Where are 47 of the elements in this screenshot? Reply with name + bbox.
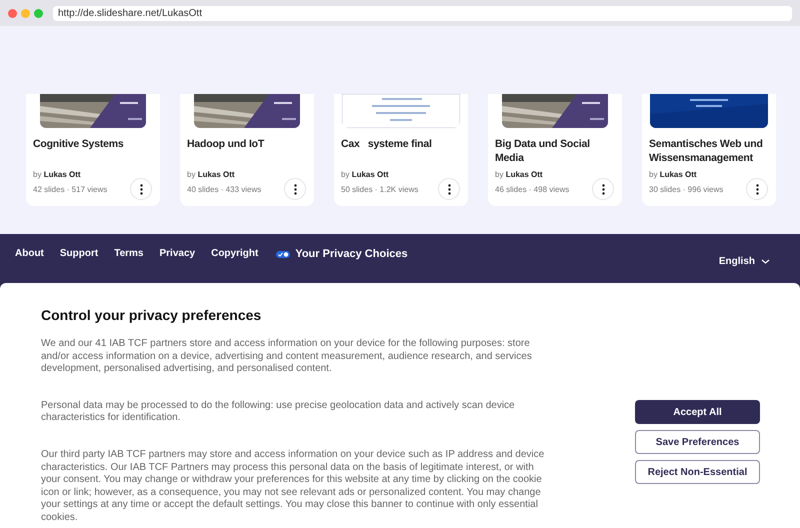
slideshow-title[interactable]: Hadoop und IoT	[187, 137, 307, 167]
consent-text: We and our 41 IAB TCF partners store and access information on your device for the following purposes: store and/or access information on a device, advertising and content measurement, audience research, and services development, personalised advertising, and personalised content.	[41, 338, 533, 376]
footer-link[interactable]: Copyright	[211, 248, 258, 260]
slideshow-stats: 30 slides · 996 views	[649, 184, 724, 196]
slideshow-title[interactable]: Cognitive Systems	[33, 137, 153, 167]
author-line: by Lukas Ott	[33, 169, 82, 181]
slideshow-card[interactable]: Big Data und Social Media by Lukas Ott 46 slides · 498 views	[488, 94, 622, 206]
more-options-button[interactable]	[592, 178, 614, 200]
privacy-choices-link[interactable]: Your Privacy Choices	[276, 248, 408, 260]
consent-text: Our third party IAB TCF partners may store and access information on your device such as IP address and device characteristics. Our IAB TCF Partners may process this personal data on the basis of legitimate interest, or with your consent. You may change or withdraw your preferences for this website at any time by clicking on the cookie icon or link; however, as a consequence, you may not see relevant ads or personalized content. You may change your settings at any time or accept the default settings. You may close this banner to continue with only essential cookies.	[41, 448, 546, 525]
more-icon	[756, 184, 758, 194]
more-icon	[140, 184, 142, 194]
more-icon	[294, 184, 296, 194]
author-line: by Lukas Ott	[187, 169, 236, 181]
slideshow-card[interactable]: Cax systeme final by Lukas Ott 50 slides · 1.2K views	[334, 94, 468, 206]
slideshow-card[interactable]: Semantisches Web und Wissensmanagement by Lukas Ott 30 slides · 996 views	[642, 94, 776, 206]
slideshow-title[interactable]: Big Data und Social Media	[495, 137, 615, 167]
more-options-button[interactable]	[284, 178, 306, 200]
consent-option-button[interactable]: Reject Non-Essential	[635, 460, 760, 484]
more-options-button[interactable]	[746, 178, 768, 200]
address-bar[interactable]: http://de.slideshare.net/LukasOtt	[53, 6, 792, 20]
more-icon	[602, 184, 604, 194]
slideshow-title[interactable]: Semantisches Web und Wissensmanagement	[649, 137, 769, 167]
footer-link[interactable]: Support	[60, 248, 98, 260]
chevron-down-icon	[761, 259, 770, 264]
author-line: by Lukas Ott	[341, 169, 390, 181]
slideshow-card[interactable]: Hadoop und IoT by Lukas Ott 40 slides · 433 views	[180, 94, 314, 206]
language-selector[interactable]: English	[718, 254, 770, 269]
footer-link[interactable]: Terms	[114, 248, 144, 260]
consent-title: Control your privacy preferences	[41, 306, 262, 325]
slideshow-stats: 46 slides · 498 views	[495, 184, 570, 196]
consent-text: Personal data may be processed to do the following: use precise geolocation data and actively scan device characteristics for identification.	[41, 400, 516, 425]
footer-link[interactable]: About	[15, 248, 44, 260]
slideshow-stats: 42 slides · 517 views	[33, 184, 108, 196]
more-options-button[interactable]	[438, 178, 460, 200]
footer-link[interactable]: Privacy	[160, 248, 196, 260]
author-line: by Lukas Ott	[495, 169, 544, 181]
slideshow-card[interactable]: Cognitive Systems by Lukas Ott 42 slides · 517 views	[26, 94, 160, 206]
slideshow-stats: 40 slides · 433 views	[187, 184, 262, 196]
consent-option-button[interactable]: Save Preferences	[635, 430, 760, 454]
accept-all-button[interactable]: Accept All	[635, 400, 760, 424]
slideshow-stats: 50 slides · 1.2K views	[341, 184, 420, 196]
more-options-button[interactable]	[130, 178, 152, 200]
slideshow-title[interactable]: Cax systeme final	[341, 137, 461, 167]
more-icon	[448, 184, 450, 194]
privacy-toggle-icon	[276, 250, 290, 258]
author-line: by Lukas Ott	[649, 169, 698, 181]
